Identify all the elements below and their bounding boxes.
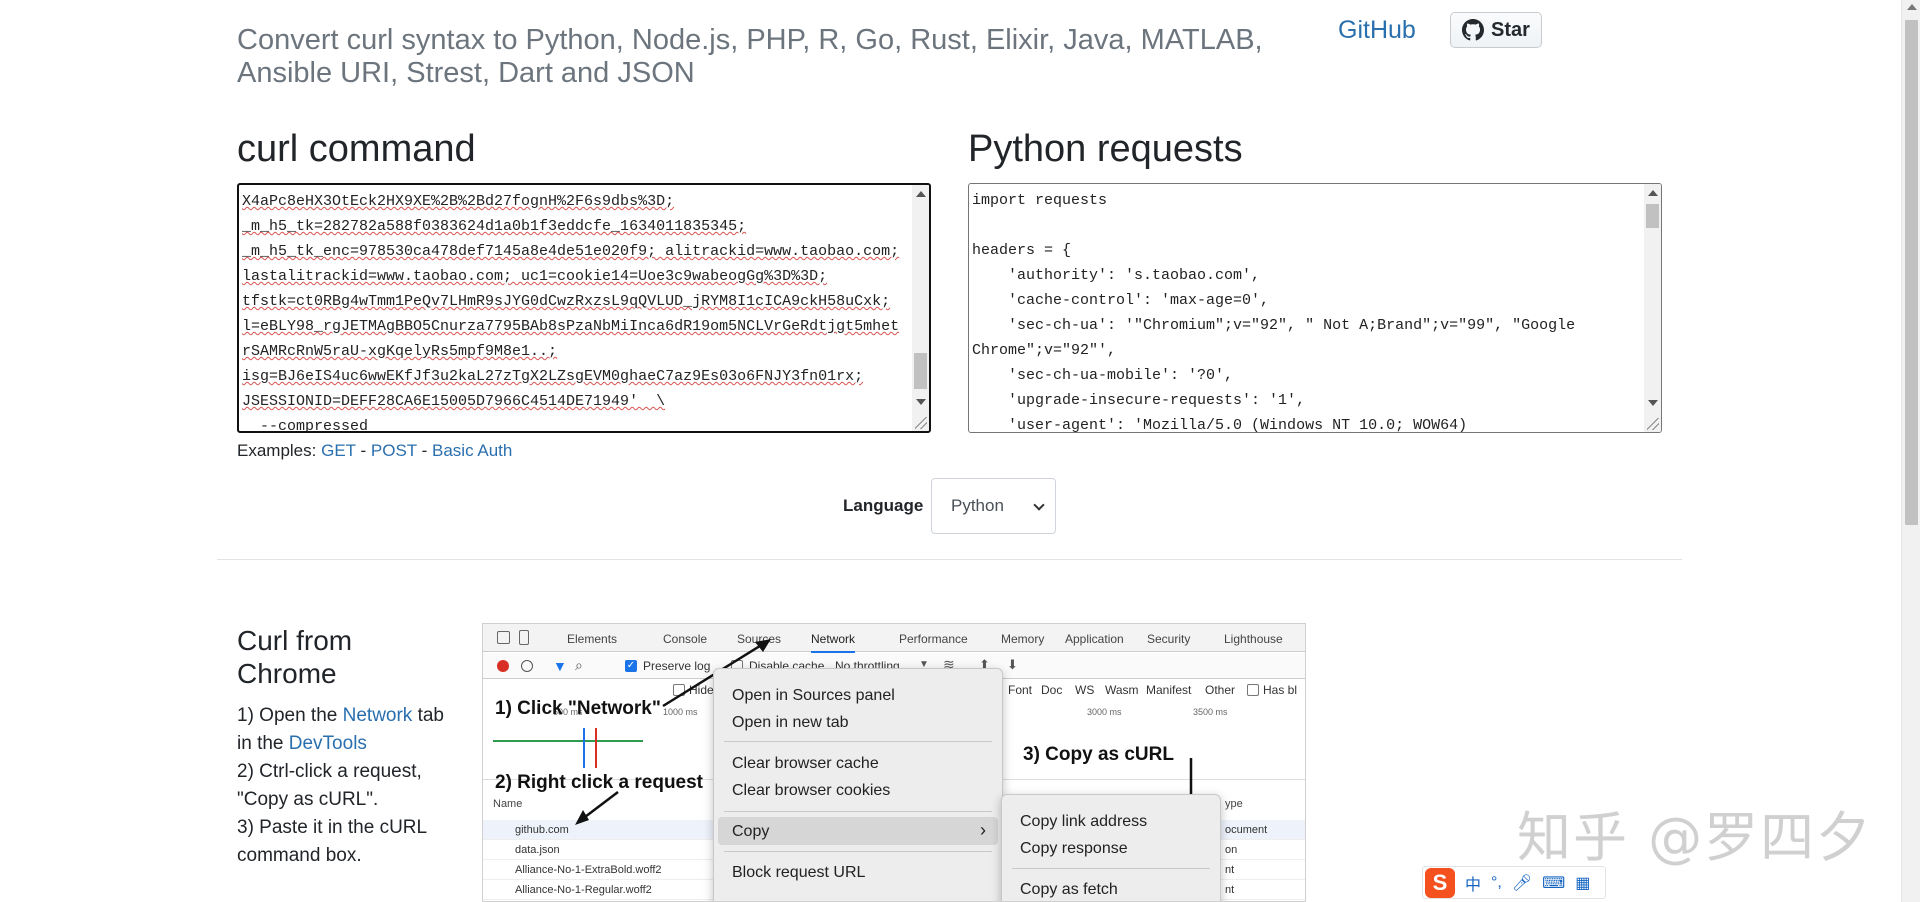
punctuation-icon[interactable]: °, bbox=[1491, 874, 1502, 892]
step2-text: 2) Ctrl-click a request, "Copy as cURL". bbox=[237, 761, 422, 810]
menu-item[interactable]: Open in new tab bbox=[732, 714, 849, 732]
network-link[interactable]: Network bbox=[343, 705, 413, 726]
code-line: 'cache-control': 'max-age=0', bbox=[972, 292, 1270, 309]
language-selected: Python bbox=[951, 496, 1004, 515]
code-line: rSAMRcRnW5raU-xgKqelyRs5mpf9M8e1..; bbox=[242, 343, 558, 360]
language-select[interactable]: Python bbox=[931, 478, 1056, 534]
menu-separator bbox=[724, 741, 992, 742]
scroll-down-icon[interactable] bbox=[1648, 400, 1658, 406]
curl-heading: curl command bbox=[237, 128, 476, 170]
code-line: X4aPc8eHX3OtEck2HX9XE%2B%2Bd27fognH%2F6s… bbox=[242, 193, 675, 210]
scroll-up-icon[interactable] bbox=[1648, 190, 1658, 196]
github-star-button[interactable]: Star bbox=[1450, 12, 1542, 48]
menu-item-copy[interactable]: Copy bbox=[732, 823, 769, 841]
ime-toolbar: S 中 °, 🎤︎ ⌨ ▦ bbox=[1422, 866, 1606, 899]
code-line: _m_h5_tk=282782a588f0383624d1a0b1f3eddcf… bbox=[242, 218, 747, 235]
devtools-link[interactable]: DevTools bbox=[289, 733, 367, 754]
chevron-right-icon: › bbox=[980, 820, 986, 840]
code-line: 'sec-ch-ua-mobile': '?0', bbox=[972, 367, 1234, 384]
code-line: _m_h5_tk_enc=978530ca478def7145a8e4de51e… bbox=[242, 243, 900, 260]
chrome-section-title: Curl from Chrome bbox=[237, 625, 353, 689]
curl-input[interactable]: X4aPc8eHX3OtEck2HX9XE%2B%2Bd27fognH%2F6s… bbox=[237, 183, 931, 433]
github-link[interactable]: GitHub bbox=[1338, 16, 1416, 45]
menu-item[interactable]: Open in Sources panel bbox=[732, 687, 895, 705]
keyboard-icon[interactable]: ⌨ bbox=[1542, 873, 1565, 893]
grid-icon[interactable]: ▦ bbox=[1575, 873, 1590, 893]
scroll-up-icon[interactable] bbox=[916, 191, 926, 197]
code-line: 'authority': 's.taobao.com', bbox=[972, 267, 1261, 284]
github-icon bbox=[1462, 19, 1485, 41]
python-output[interactable]: import requests headers = { 'authority':… bbox=[968, 183, 1662, 433]
resize-grip-icon[interactable] bbox=[1647, 418, 1659, 430]
scroll-down-icon[interactable] bbox=[916, 399, 926, 405]
copy-submenu: Copy link address Copy response Copy as … bbox=[1001, 794, 1221, 901]
menu-item[interactable]: Copy link address bbox=[1020, 813, 1147, 831]
example-basic-auth-link[interactable]: Basic Auth bbox=[432, 441, 512, 460]
page-scroll-thumb[interactable] bbox=[1905, 20, 1918, 525]
example-get-link[interactable]: GET bbox=[321, 441, 356, 460]
curl-scrollbar[interactable] bbox=[912, 185, 929, 431]
examples-row: Examples: GET - POST - Basic Auth bbox=[237, 441, 512, 461]
examples-separator: - bbox=[360, 441, 367, 460]
python-heading: Python requests bbox=[968, 128, 1243, 170]
star-label: Star bbox=[1491, 18, 1530, 41]
language-label: Language bbox=[843, 496, 924, 515]
code-line: JSESSIONID=DEFF28CA6E15005D7966C4514DE71… bbox=[242, 393, 666, 410]
zhihu-watermark: 知乎 @罗四夕 bbox=[1517, 806, 1873, 869]
curl-text: X4aPc8eHX3OtEck2HX9XE%2B%2Bd27fognH%2F6s… bbox=[239, 185, 929, 433]
step3-text: 3) Paste it in the cURL command box. bbox=[237, 817, 427, 866]
menu-item[interactable]: Copy response bbox=[1020, 840, 1128, 858]
menu-separator bbox=[724, 811, 992, 812]
examples-separator: - bbox=[421, 441, 428, 460]
menu-separator bbox=[724, 851, 992, 852]
menu-item[interactable]: Block request URL bbox=[732, 864, 865, 882]
step1-text: 1) Open the bbox=[237, 705, 343, 726]
code-line: tfstk=ct0RBg4wTmm1PeQv7LHmR9sJYG0dCwzRxz… bbox=[242, 293, 891, 310]
menu-item[interactable]: Clear browser cookies bbox=[732, 782, 890, 800]
context-menu: Open in Sources panel Open in new tab Cl… bbox=[713, 668, 1003, 901]
code-line: 'upgrade-insecure-requests': '1', bbox=[972, 392, 1306, 409]
menu-item[interactable]: Copy as fetch bbox=[1020, 881, 1118, 899]
example-post-link[interactable]: POST bbox=[371, 441, 417, 460]
chevron-down-icon bbox=[1033, 499, 1045, 511]
microphone-icon[interactable]: 🎤︎ bbox=[1512, 873, 1532, 893]
python-scrollbar[interactable] bbox=[1644, 184, 1661, 432]
menu-item[interactable]: Clear browser cache bbox=[732, 755, 879, 773]
divider bbox=[217, 559, 1682, 560]
code-line: import requests bbox=[972, 192, 1108, 209]
menu-separator bbox=[1012, 868, 1210, 869]
code-line: headers = { bbox=[972, 242, 1072, 259]
examples-label: Examples: bbox=[237, 441, 317, 460]
chrome-steps: 1) Open the Network tab in the DevTools … bbox=[237, 702, 452, 870]
python-code: import requests headers = { 'authority':… bbox=[969, 184, 1661, 433]
arrowhead-icon bbox=[575, 810, 589, 825]
scroll-thumb[interactable] bbox=[1646, 204, 1659, 228]
arrowhead-icon bbox=[755, 639, 771, 652]
code-line: --compressed bbox=[242, 418, 369, 433]
page-subtitle: Convert curl syntax to Python, Node.js, … bbox=[237, 24, 1263, 89]
code-line: 'sec-ch-ua': '"Chromium";v="92", " Not A… bbox=[972, 317, 1576, 334]
scroll-up-icon[interactable] bbox=[1907, 4, 1917, 10]
sogou-logo-icon: S bbox=[1425, 867, 1455, 898]
arrow-line bbox=[580, 791, 619, 821]
code-line: Chrome";v="92"', bbox=[972, 342, 1117, 359]
code-line: l=eBLY98_rgJETMAgBBO5Cnurza7795BAb8sPzaN… bbox=[242, 318, 900, 335]
code-line: isg=BJ6eIS4uc6wwEKfJf3u2kaL27zTgX2LZsgEV… bbox=[242, 368, 864, 385]
devtools-screenshot: Elements Console Sources Network Performance… bbox=[482, 623, 1306, 902]
code-line: 'user-agent': 'Mozilla/5.0 (Windows NT 1… bbox=[972, 417, 1468, 433]
scroll-thumb[interactable] bbox=[914, 353, 927, 389]
code-line: lastalitrackid=www.taobao.com; uc1=cooki… bbox=[242, 268, 828, 285]
ime-language[interactable]: 中 bbox=[1465, 871, 1481, 895]
resize-grip-icon[interactable] bbox=[915, 417, 927, 429]
page-scrollbar[interactable] bbox=[1901, 0, 1920, 902]
